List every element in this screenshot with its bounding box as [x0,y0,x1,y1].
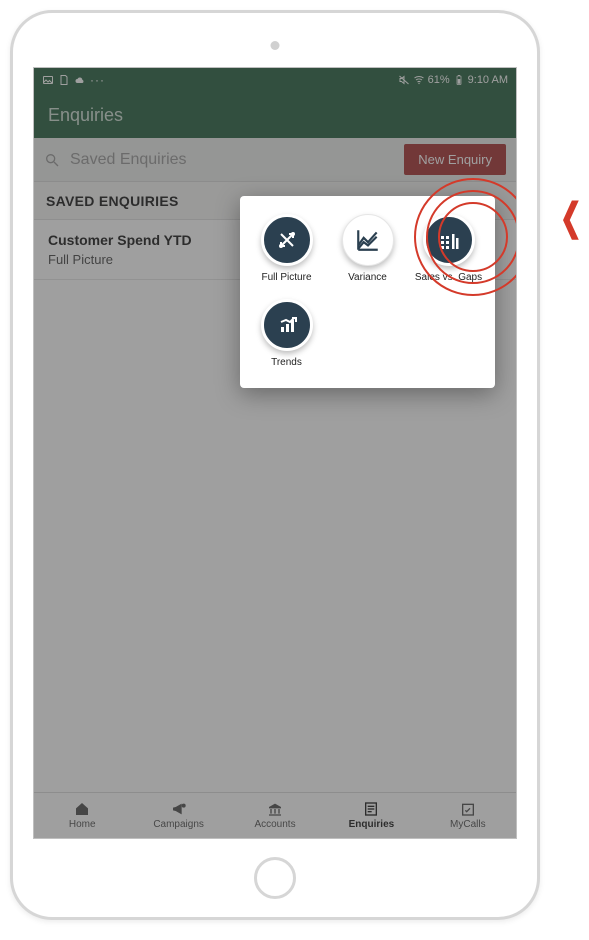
enquiry-type-popup: Full Picture Variance Sales vs. Gap [240,196,495,388]
full-picture-icon [261,214,313,266]
modal-overlay[interactable] [34,68,516,838]
variance-icon [342,214,394,266]
popup-label: Variance [348,272,387,283]
trends-icon [261,299,313,351]
popup-label: Trends [271,357,302,368]
popup-item-full-picture[interactable]: Full Picture [246,208,327,293]
popup-item-trends[interactable]: Trends [246,293,327,378]
popup-label: Full Picture [261,272,311,283]
tablet-frame: ··· 61% 9:10 AM Enquiries Saved Enquirie… [10,10,540,920]
app-screen: ··· 61% 9:10 AM Enquiries Saved Enquirie… [33,67,517,839]
popup-item-variance[interactable]: Variance [327,208,408,293]
popup-label: Sales vs. Gaps [415,272,482,283]
popup-item-sales-vs-gaps[interactable]: Sales vs. Gaps [408,208,489,293]
tablet-camera [271,41,280,50]
instruction-arrow-icon: ❮ [560,195,582,240]
sales-vs-gaps-icon [423,214,475,266]
tablet-home-button[interactable] [254,857,296,899]
